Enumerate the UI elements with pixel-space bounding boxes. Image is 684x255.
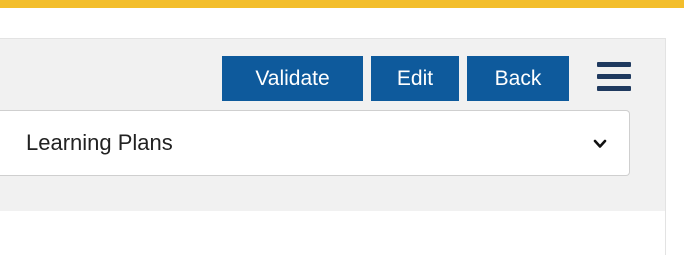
menu-bar — [597, 62, 631, 67]
page: Validate Edit Back Learning Plans — [0, 0, 684, 255]
menu-bar — [597, 86, 631, 91]
edit-button[interactable]: Edit — [371, 56, 459, 101]
accent-stripe — [0, 0, 684, 8]
content-area — [0, 211, 666, 255]
menu-bar — [597, 74, 631, 79]
select-value: Learning Plans — [26, 130, 173, 155]
back-button[interactable]: Back — [467, 56, 569, 101]
hamburger-menu-icon[interactable] — [597, 62, 631, 92]
plan-type-select[interactable]: Learning Plans — [0, 110, 630, 176]
page-margin — [666, 38, 684, 255]
chevron-down-icon — [593, 139, 607, 148]
header-gap — [0, 8, 684, 38]
validate-button[interactable]: Validate — [222, 56, 363, 101]
